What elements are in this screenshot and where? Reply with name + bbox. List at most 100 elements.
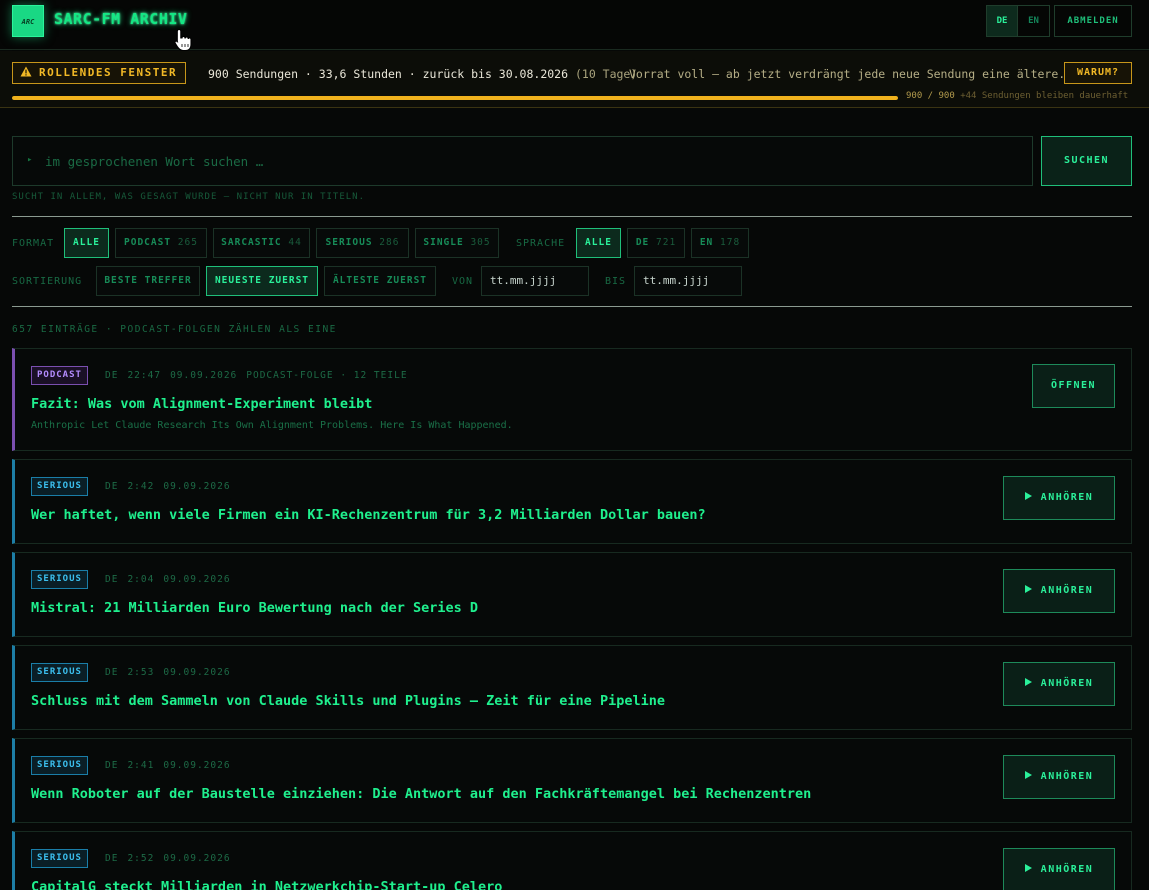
- format-all-chip[interactable]: ALLE: [64, 228, 109, 258]
- format-single-chip[interactable]: SINGLE 305: [415, 228, 499, 258]
- rolling-window-label: ROLLENDES FENSTER: [39, 66, 178, 79]
- entry-date: 09.09.2026: [163, 853, 231, 864]
- search-box: ▸: [12, 136, 1033, 186]
- chip-count: 178: [720, 237, 741, 248]
- listen-label: ANHÖREN: [1040, 585, 1094, 596]
- listen-button[interactable]: ANHÖREN: [1003, 569, 1115, 613]
- search-button[interactable]: SUCHEN: [1041, 136, 1132, 186]
- lang-en-button[interactable]: EN: [1018, 6, 1049, 36]
- chip-label: ALLE: [585, 237, 612, 248]
- entry-meta: DE 2:42 09.09.2026: [105, 481, 240, 492]
- play-icon: [1024, 492, 1032, 500]
- entry-lang: DE: [105, 370, 119, 381]
- chip-label: PODCAST: [124, 237, 172, 248]
- lang-de-button[interactable]: DE: [987, 6, 1018, 36]
- hand-cursor-icon: [174, 28, 192, 52]
- language-de-chip[interactable]: DE 721: [627, 228, 685, 258]
- archive-progress-bar: [12, 96, 898, 100]
- entry-title[interactable]: Wer haftet, wenn viele Firmen ein KI-Rec…: [31, 507, 706, 523]
- open-button[interactable]: ÖFFNEN: [1032, 364, 1115, 408]
- logo[interactable]: ARC: [12, 5, 44, 37]
- format-sarcastic-chip[interactable]: SARCASTIC 44: [213, 228, 310, 258]
- chip-label: SARCASTIC: [221, 237, 282, 248]
- entry-card[interactable]: SERIOUS DE 2:53 09.09.2026 Schluss mit dem…: [12, 645, 1132, 730]
- archive-stats: 900 Sendungen · 33,6 Stunden · zurück bi…: [208, 67, 569, 81]
- entry-card[interactable]: SERIOUS DE 2:52 09.09.2026 CapitalG steckt…: [12, 831, 1132, 890]
- chip-count: 44: [288, 237, 302, 248]
- date-to-input[interactable]: tt.mm.jjjj: [634, 266, 742, 296]
- entry-title[interactable]: Fazit: Was vom Alignment-Experiment blei…: [31, 396, 372, 412]
- format-podcast-chip[interactable]: PODCAST 265: [115, 228, 207, 258]
- date-from-input[interactable]: tt.mm.jjjj: [481, 266, 589, 296]
- archive-summary: 900 Sendungen · 33,6 Stunden · zurück bi…: [208, 67, 637, 81]
- sort-newest-chip[interactable]: NEUESTE ZUERST: [206, 266, 318, 296]
- divider: [12, 216, 1132, 217]
- listen-label: ANHÖREN: [1040, 864, 1094, 875]
- progress-extra: +44 Sendungen bleiben dauerhaft: [960, 91, 1129, 101]
- entry-title[interactable]: CapitalG steckt Milliarden in Netzwerkch…: [31, 879, 502, 890]
- listen-label: ANHÖREN: [1040, 771, 1094, 782]
- listen-button[interactable]: ANHÖREN: [1003, 662, 1115, 706]
- listen-button[interactable]: ANHÖREN: [1003, 755, 1115, 799]
- listen-button[interactable]: ANHÖREN: [1003, 476, 1115, 520]
- format-tag: SERIOUS: [31, 477, 88, 496]
- sort-oldest-chip[interactable]: ÄLTESTE ZUERST: [324, 266, 436, 296]
- rolling-window-banner: ROLLENDES FENSTER 900 Sendungen · 33,6 S…: [0, 51, 1149, 108]
- entry-card[interactable]: SERIOUS DE 2:42 09.09.2026 Wer haftet, wen…: [12, 459, 1132, 544]
- format-tag: SERIOUS: [31, 756, 88, 775]
- rolling-window-badge: ROLLENDES FENSTER: [12, 62, 187, 84]
- entry-time: 2:42: [127, 481, 155, 492]
- entry-meta: DE 2:52 09.09.2026: [105, 853, 240, 864]
- format-label: FORMAT: [12, 238, 55, 249]
- logout-button[interactable]: ABMELDEN: [1054, 5, 1132, 37]
- entry-meta: DE 2:04 09.09.2026: [105, 574, 240, 585]
- archive-note: Vorrat voll — ab jetzt verdrängt jede ne…: [629, 67, 1066, 81]
- language-all-chip[interactable]: ALLE: [576, 228, 621, 258]
- entry-meta: DE 22:47 09.09.2026 PODCAST-FOLGE · 12 TEIL…: [105, 370, 417, 381]
- entry-lang: DE: [105, 760, 119, 771]
- format-tag: SERIOUS: [31, 570, 88, 589]
- entry-title[interactable]: Schluss mit dem Sammeln von Claude Skill…: [31, 693, 665, 709]
- format-tag: SERIOUS: [31, 849, 88, 868]
- language-label: SPRACHE: [516, 238, 566, 249]
- entry-date: 09.09.2026: [163, 760, 231, 771]
- app-title[interactable]: SARC-FM ARCHIV: [54, 10, 187, 28]
- date-from-label: VON: [452, 276, 474, 287]
- listen-button[interactable]: ANHÖREN: [1003, 848, 1115, 890]
- entry-title[interactable]: Mistral: 21 Milliarden Euro Bewertung na…: [31, 600, 478, 616]
- chip-label: SINGLE: [423, 237, 464, 248]
- search-input[interactable]: [45, 137, 1025, 185]
- entry-card[interactable]: SERIOUS DE 2:04 09.09.2026 Mistral: 21 Mil…: [12, 552, 1132, 637]
- entry-time: 2:41: [127, 760, 155, 771]
- entry-subtitle: Anthropic Let Claude Research Its Own Al…: [31, 420, 513, 431]
- sort-label: SORTIERUNG: [12, 276, 83, 287]
- entry-time: 2:52: [127, 853, 155, 864]
- prompt-arrow-icon: ▸: [27, 155, 33, 165]
- entry-lang: DE: [105, 667, 119, 678]
- entry-time: 2:04: [127, 574, 155, 585]
- sort-best-match-chip[interactable]: BESTE TREFFER: [96, 266, 200, 296]
- entry-time: 22:47: [127, 370, 162, 381]
- entry-lang: DE: [105, 853, 119, 864]
- chip-label: DE: [635, 237, 650, 248]
- entry-extra: PODCAST-FOLGE · 12 TEILE: [246, 370, 408, 381]
- why-button[interactable]: WARUM?: [1064, 62, 1132, 84]
- chip-label: SERIOUS: [325, 237, 373, 248]
- play-icon: [1024, 678, 1032, 686]
- entry-card-podcast[interactable]: PODCAST DE 22:47 09.09.2026 PODCAST-FOLGE ·…: [12, 348, 1132, 451]
- entry-date: 09.09.2026: [163, 667, 231, 678]
- result-count: 657 EINTRÄGE · PODCAST-FOLGEN ZÄHLEN ALS…: [12, 324, 337, 335]
- chip-label: ALLE: [73, 237, 100, 248]
- chip-label: EN: [699, 237, 714, 248]
- entry-title[interactable]: Wenn Roboter auf der Baustelle einziehen…: [31, 786, 811, 802]
- entry-meta: DE 2:53 09.09.2026: [105, 667, 240, 678]
- archive-progress-fill: [12, 96, 898, 100]
- language-en-chip[interactable]: EN 178: [691, 228, 749, 258]
- chip-count: 286: [379, 237, 400, 248]
- entry-date: 09.09.2026: [170, 370, 238, 381]
- format-tag: SERIOUS: [31, 663, 88, 682]
- entry-card[interactable]: SERIOUS DE 2:41 09.09.2026 Wenn Roboter au…: [12, 738, 1132, 823]
- play-icon: [1024, 864, 1032, 872]
- format-serious-chip[interactable]: SERIOUS 286: [316, 228, 409, 258]
- play-icon: [1024, 771, 1032, 779]
